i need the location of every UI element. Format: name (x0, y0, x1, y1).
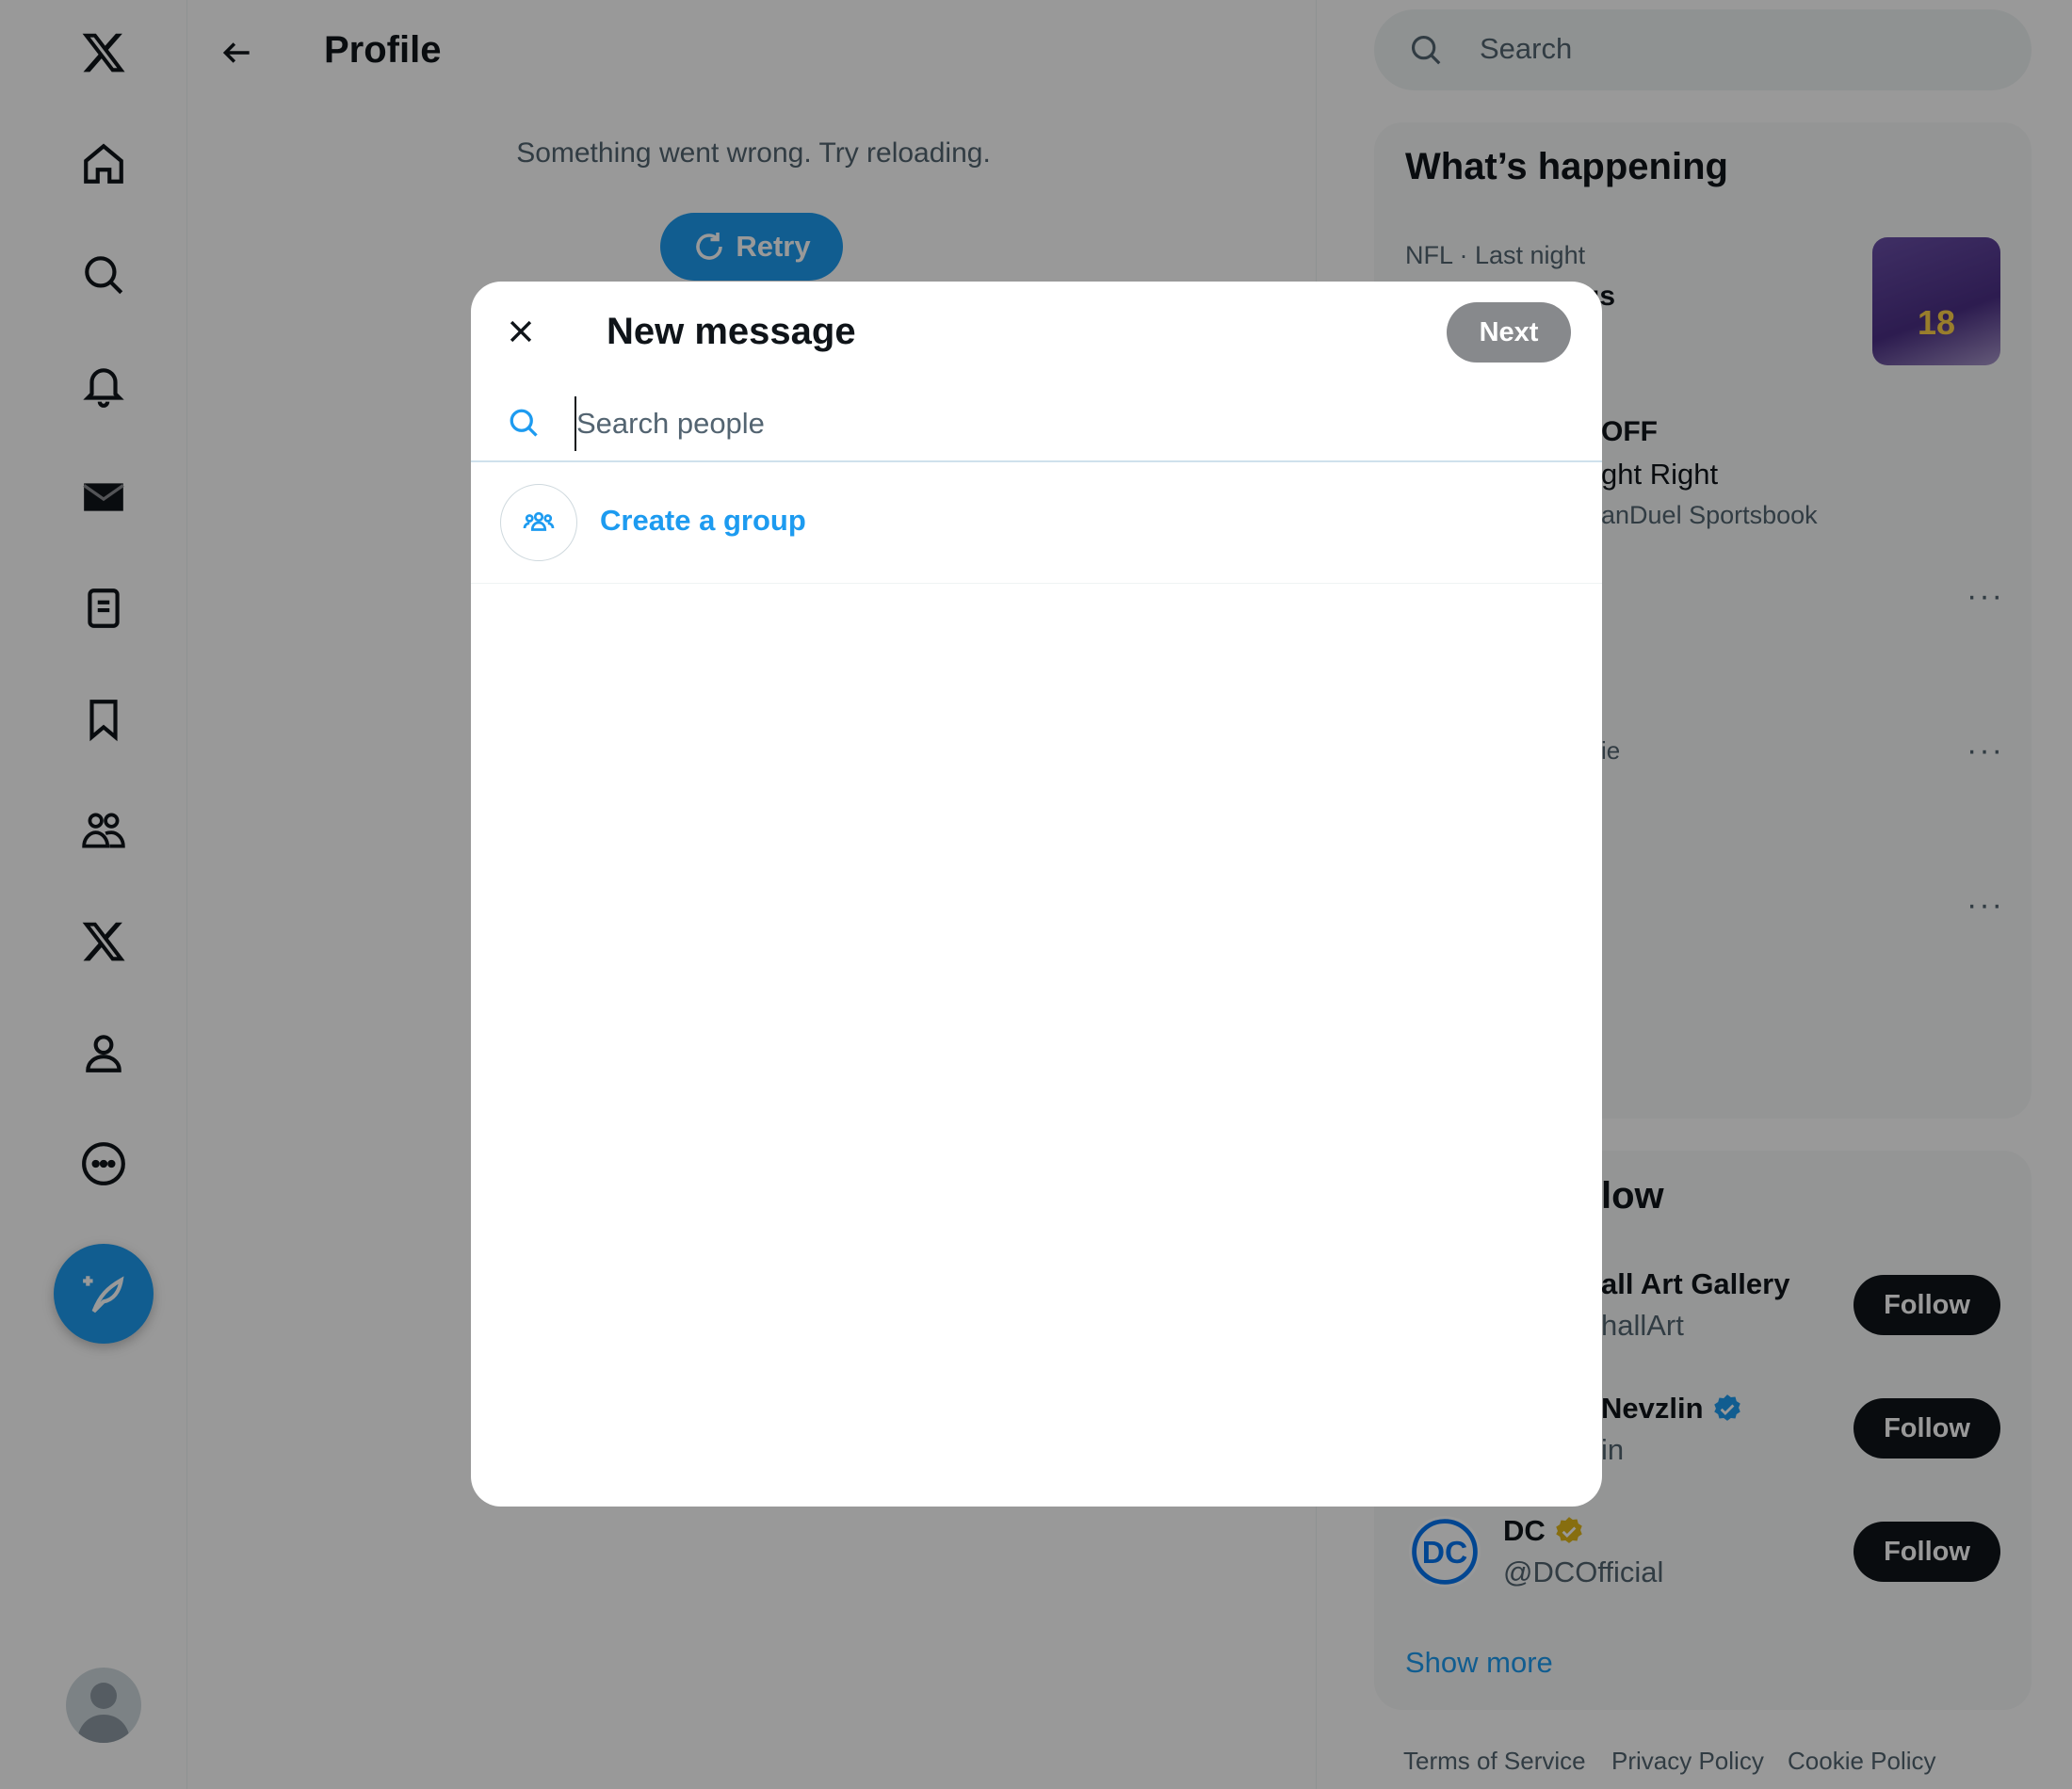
close-icon (510, 320, 532, 343)
create-group-row[interactable]: Create a group (471, 462, 1602, 584)
dialog-title: New message (607, 311, 856, 352)
next-button[interactable]: Next (1447, 302, 1571, 363)
close-button[interactable] (492, 302, 550, 361)
create-group-label: Create a group (600, 504, 806, 537)
search-people-row (471, 387, 1602, 462)
search-people-input[interactable] (575, 396, 1558, 451)
search-icon (510, 409, 538, 437)
group-people-icon (523, 511, 555, 531)
group-icon-circle (500, 484, 577, 561)
new-message-dialog: New message Next Create a group (471, 282, 1602, 1507)
